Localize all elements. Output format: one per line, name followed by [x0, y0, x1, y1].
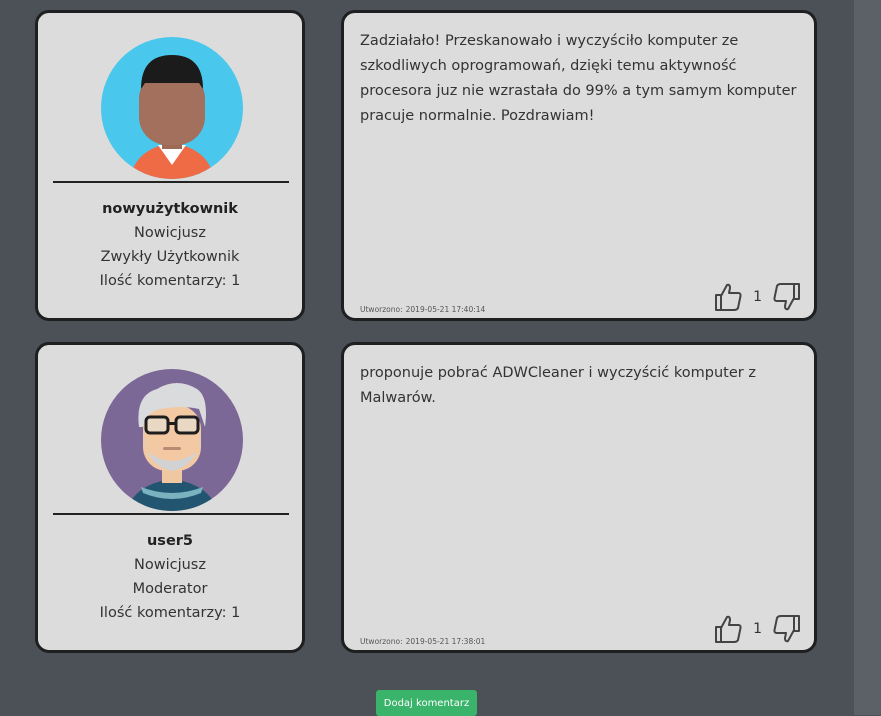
thumbs-down-icon[interactable] — [772, 614, 802, 644]
divider — [53, 181, 289, 183]
thumbs-up-icon[interactable] — [713, 614, 743, 644]
created-timestamp: Utworzono: 2019-05-21 17:38:01 — [360, 637, 485, 646]
comment-text: Zadziałało! Przeskanowało i wyczyściło k… — [360, 33, 797, 124]
username[interactable]: nowyużytkownik — [38, 197, 302, 221]
comment-card: Zadziałało! Przeskanowało i wyczyściło k… — [341, 10, 817, 321]
created-label: Utworzono: — [360, 305, 403, 314]
user-role: Moderator — [132, 581, 208, 597]
comment-text: proponuje pobrać ADWCleaner i wyczyścić … — [360, 365, 756, 406]
user-rank: Nowicjusz — [134, 225, 206, 241]
vote-count: 1 — [753, 289, 762, 305]
vote-controls: 1 — [713, 282, 802, 312]
scrollbar[interactable] — [854, 0, 881, 715]
vote-count: 1 — [753, 621, 762, 637]
thumbs-up-icon[interactable] — [713, 282, 743, 312]
avatar — [101, 37, 243, 179]
created-label: Utworzono: — [360, 637, 403, 646]
created-date: 2019-05-21 17:40:14 — [405, 305, 486, 314]
user-card: user5 Nowicjusz Moderator Ilość komentar… — [35, 342, 305, 653]
vote-controls: 1 — [713, 614, 802, 644]
user-card: nowyużytkownik Nowicjusz Zwykły Użytkown… — [35, 10, 305, 321]
comment-card: proponuje pobrać ADWCleaner i wyczyścić … — [341, 342, 817, 653]
comments-count: Ilość komentarzy: 1 — [99, 273, 241, 289]
comments-count: Ilość komentarzy: 1 — [99, 605, 241, 621]
divider — [53, 513, 289, 515]
add-comment-button[interactable]: Dodaj komentarz — [376, 690, 477, 716]
thumbs-down-icon[interactable] — [772, 282, 802, 312]
user-role: Zwykły Użytkownik — [100, 249, 240, 265]
username[interactable]: user5 — [38, 529, 302, 553]
user-rank: Nowicjusz — [134, 557, 206, 573]
avatar — [101, 369, 243, 511]
created-timestamp: Utworzono: 2019-05-21 17:40:14 — [360, 305, 485, 314]
created-date: 2019-05-21 17:38:01 — [405, 637, 486, 646]
